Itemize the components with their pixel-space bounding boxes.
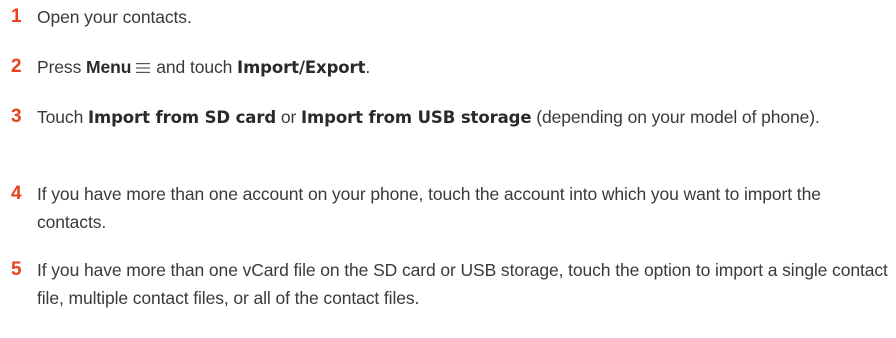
step-number: 3 [11, 106, 22, 127]
step-text: Press Menu and touch Import/Export. [37, 57, 371, 77]
step-number: 1 [11, 6, 22, 27]
menu-label: Menu [86, 57, 132, 77]
step-text: If you have more than one account on you… [37, 184, 821, 232]
step-number: 4 [11, 183, 22, 204]
import-usb-label: Import from USB storage [301, 108, 532, 127]
step-number: 2 [11, 56, 22, 77]
step-number: 5 [11, 259, 22, 280]
import-sd-label: Import from SD card [87, 108, 277, 127]
step-text: Open your contacts. [37, 7, 192, 27]
menu-lines-icon [136, 63, 151, 73]
import-export-label: Import/Export [237, 58, 366, 77]
step-text: Touch Import from SD card or Import from… [37, 107, 820, 127]
step-text: If you have more than one vCard file on … [37, 260, 888, 308]
